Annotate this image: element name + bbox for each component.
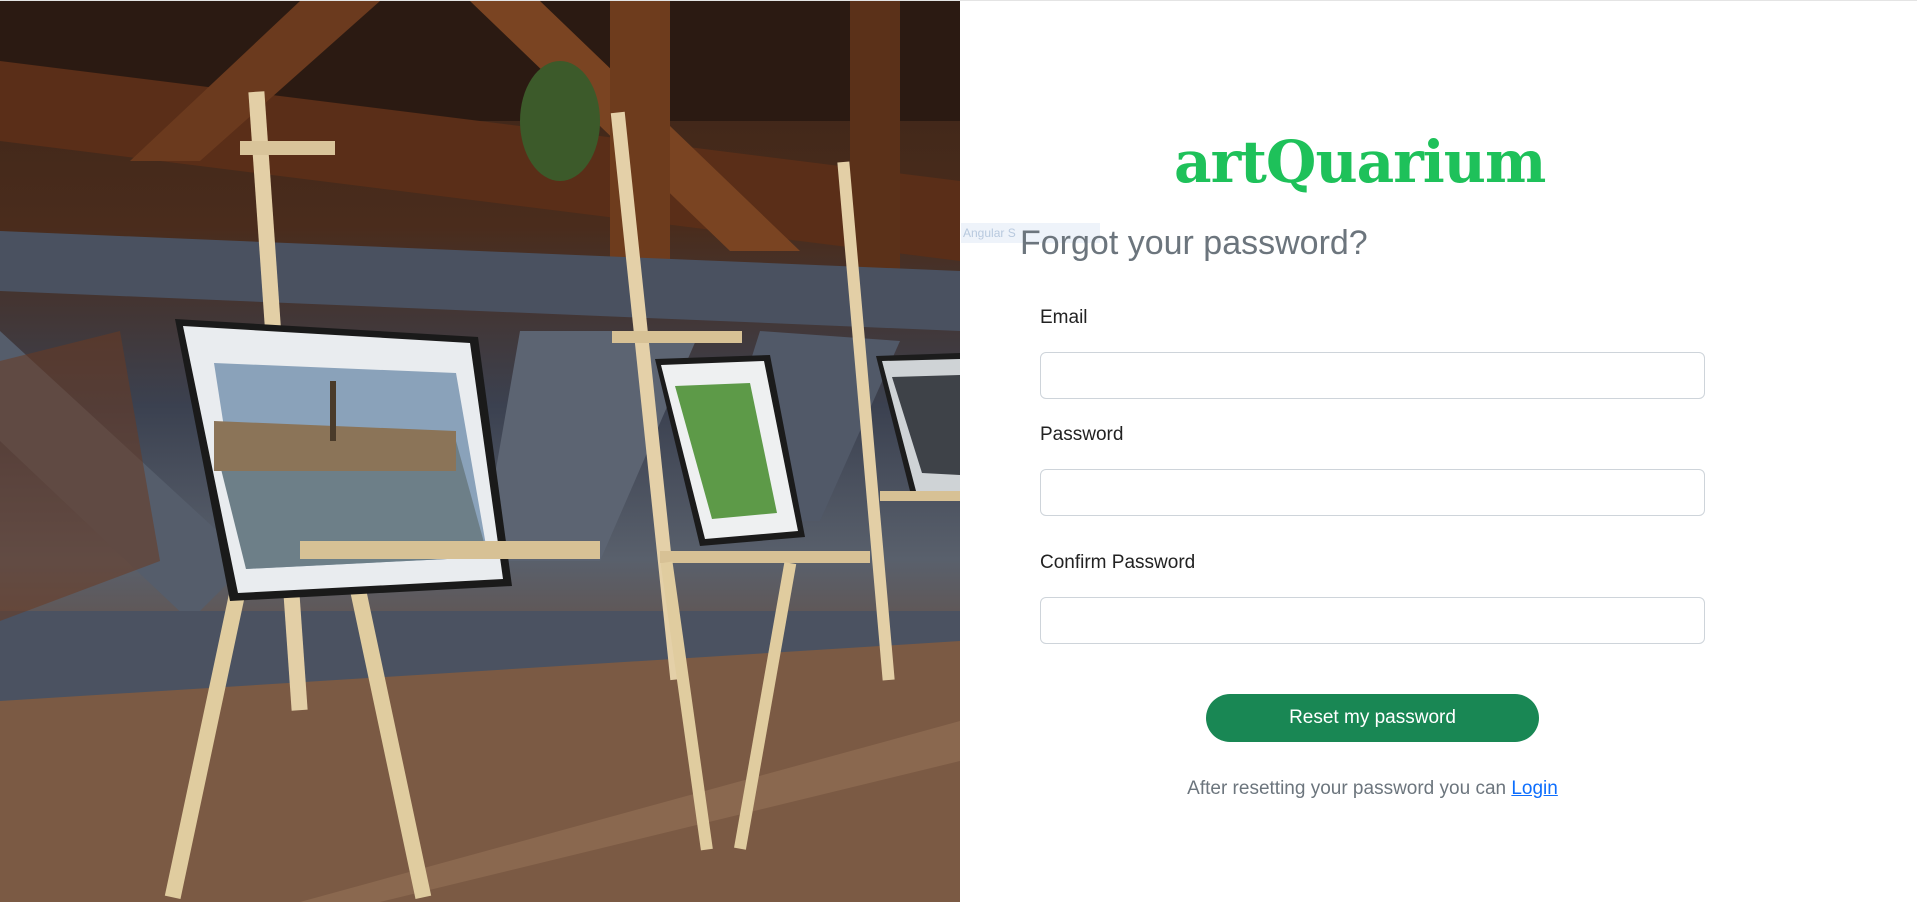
email-field[interactable] (1040, 352, 1705, 399)
password-label: Password (1040, 424, 1124, 445)
login-hint-text: After resetting your password you can (1187, 778, 1512, 799)
confirm-password-label: Confirm Password (1040, 552, 1196, 573)
forgot-password-page: artQuarium Angular S Forgot your passwor… (0, 0, 1917, 902)
gallery-easels-photo (0, 1, 960, 902)
reset-password-button[interactable]: Reset my password (1206, 694, 1539, 742)
page-title: Forgot your password? (1020, 224, 1368, 262)
login-hint: After resetting your password you can Lo… (1040, 775, 1705, 803)
email-label: Email (1040, 307, 1088, 328)
brand-logo: artQuarium (1174, 128, 1546, 196)
confirm-password-field[interactable] (1040, 597, 1705, 644)
password-field[interactable] (1040, 469, 1705, 516)
login-link[interactable]: Login (1511, 778, 1558, 799)
